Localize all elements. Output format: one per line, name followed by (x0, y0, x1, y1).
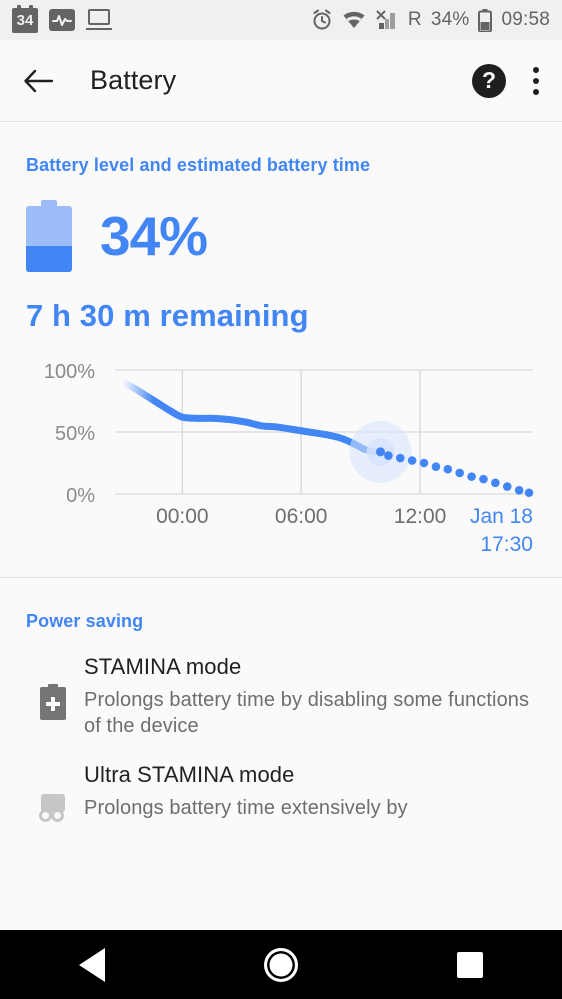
signal-no-data-icon (376, 9, 395, 29)
chart-projection-dot (431, 462, 441, 472)
battery-level-icon (26, 200, 72, 272)
battery-percent-value: 34% (100, 204, 208, 267)
list-item-stamina-mode[interactable]: STAMINA mode Prolongs battery time by di… (0, 632, 562, 740)
chart-projection-dot (443, 464, 453, 474)
chart-xtick-label: 06:00 (275, 505, 328, 528)
activity-pulse-icon (49, 9, 75, 31)
battery-history-chart: 100% 50% 0% 00:00 06:00 12:00 Jan 18 17:30 (0, 348, 562, 563)
back-arrow-icon[interactable] (22, 64, 56, 98)
list-item-subtitle: Prolongs battery time by disabling some … (84, 689, 530, 738)
overflow-menu-icon[interactable] (532, 64, 540, 98)
back-nav-button[interactable] (79, 947, 106, 982)
chart-projection-dot (407, 456, 417, 465)
list-item-title: STAMINA mode (84, 654, 242, 679)
chart-projection-dot (502, 482, 512, 491)
chart-ytick-label: 100% (44, 361, 95, 383)
battery-icon (478, 8, 493, 32)
ultra-stamina-mode-text: Ultra STAMINA mode Prolongs battery time… (80, 762, 536, 821)
main-content: Battery level and estimated battery time… (0, 122, 562, 822)
chart-projection-dot (514, 485, 524, 495)
chart-projection-dot (479, 474, 488, 484)
list-item-title: Ultra STAMINA mode (84, 761, 295, 787)
chart-end-label-time: 17:30 (480, 533, 533, 556)
battery-plus-icon (26, 654, 80, 720)
chart-current-marker (375, 447, 385, 457)
app-bar-actions: ? (472, 63, 540, 98)
battery-level-row: 34% (0, 176, 562, 272)
chart-ytick-label: 0% (66, 485, 95, 507)
alarm-icon (313, 9, 331, 30)
help-icon[interactable]: ? (472, 63, 506, 98)
chart-projection-dot (384, 451, 393, 460)
navigation-bar (0, 930, 562, 999)
calendar-day-label: 34 (16, 11, 34, 29)
ultra-stamina-icon (26, 762, 80, 822)
stamina-mode-text: STAMINA mode Prolongs battery time by di… (80, 654, 536, 740)
battery-percent-status: 34% (430, 9, 470, 30)
roaming-indicator: R (407, 9, 422, 30)
chart-line-history (119, 378, 384, 456)
home-nav-button[interactable] (263, 947, 298, 982)
power-saving-section-header: Power saving (26, 611, 144, 631)
calendar-icon: 34 (12, 4, 38, 33)
page-title: Battery (90, 65, 177, 95)
chart-projection-dot (524, 488, 534, 498)
battery-time-remaining: 7 h 30 m remaining (26, 298, 309, 333)
status-bar: 34 R 34% 09:58 (0, 0, 562, 40)
laptop-icon (86, 9, 112, 31)
list-item-subtitle: Prolongs battery time extensively by (84, 796, 408, 819)
recents-nav-button[interactable] (456, 951, 483, 978)
chart-projection-dot (419, 458, 429, 468)
chart-xtick-label: 00:00 (156, 505, 209, 528)
chart-projection-dot (395, 453, 405, 463)
status-bar-right-icons: R 34% 09:58 (311, 8, 550, 32)
status-bar-left-icons: 34 (12, 4, 112, 33)
wifi-icon (343, 11, 365, 28)
chart-ytick-label: 50% (55, 423, 95, 445)
battery-level-section-header: Battery level and estimated battery time (26, 155, 371, 175)
chart-projection-dot (455, 468, 465, 478)
chart-xtick-label: 12:00 (394, 505, 447, 528)
clock-time: 09:58 (501, 9, 550, 30)
chart-end-label-date: Jan 18 (470, 505, 533, 528)
chart-projection-dot (491, 478, 500, 488)
app-bar: Battery ? (0, 40, 562, 122)
chart-projection-dot (467, 472, 476, 481)
list-item-ultra-stamina-mode[interactable]: Ultra STAMINA mode Prolongs battery time… (0, 740, 562, 822)
